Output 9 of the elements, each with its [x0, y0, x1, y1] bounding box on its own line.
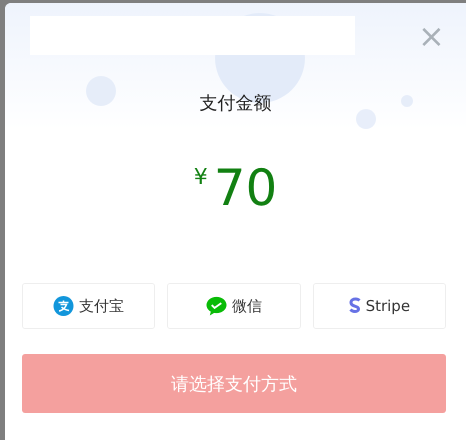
- chat-bubble-icon: [206, 296, 227, 316]
- alipay-icon: [53, 296, 74, 316]
- currency-symbol: ¥: [194, 165, 208, 190]
- dialog-title: 支付金额: [198, 92, 272, 115]
- payment-method-button[interactable]: 微信: [167, 283, 301, 329]
- payment-method-button[interactable]: Stripe: [312, 283, 446, 329]
- payment-method-button[interactable]: 支付宝: [22, 283, 156, 329]
- amount-value: 70: [214, 161, 278, 215]
- s-logo-icon: [348, 296, 361, 316]
